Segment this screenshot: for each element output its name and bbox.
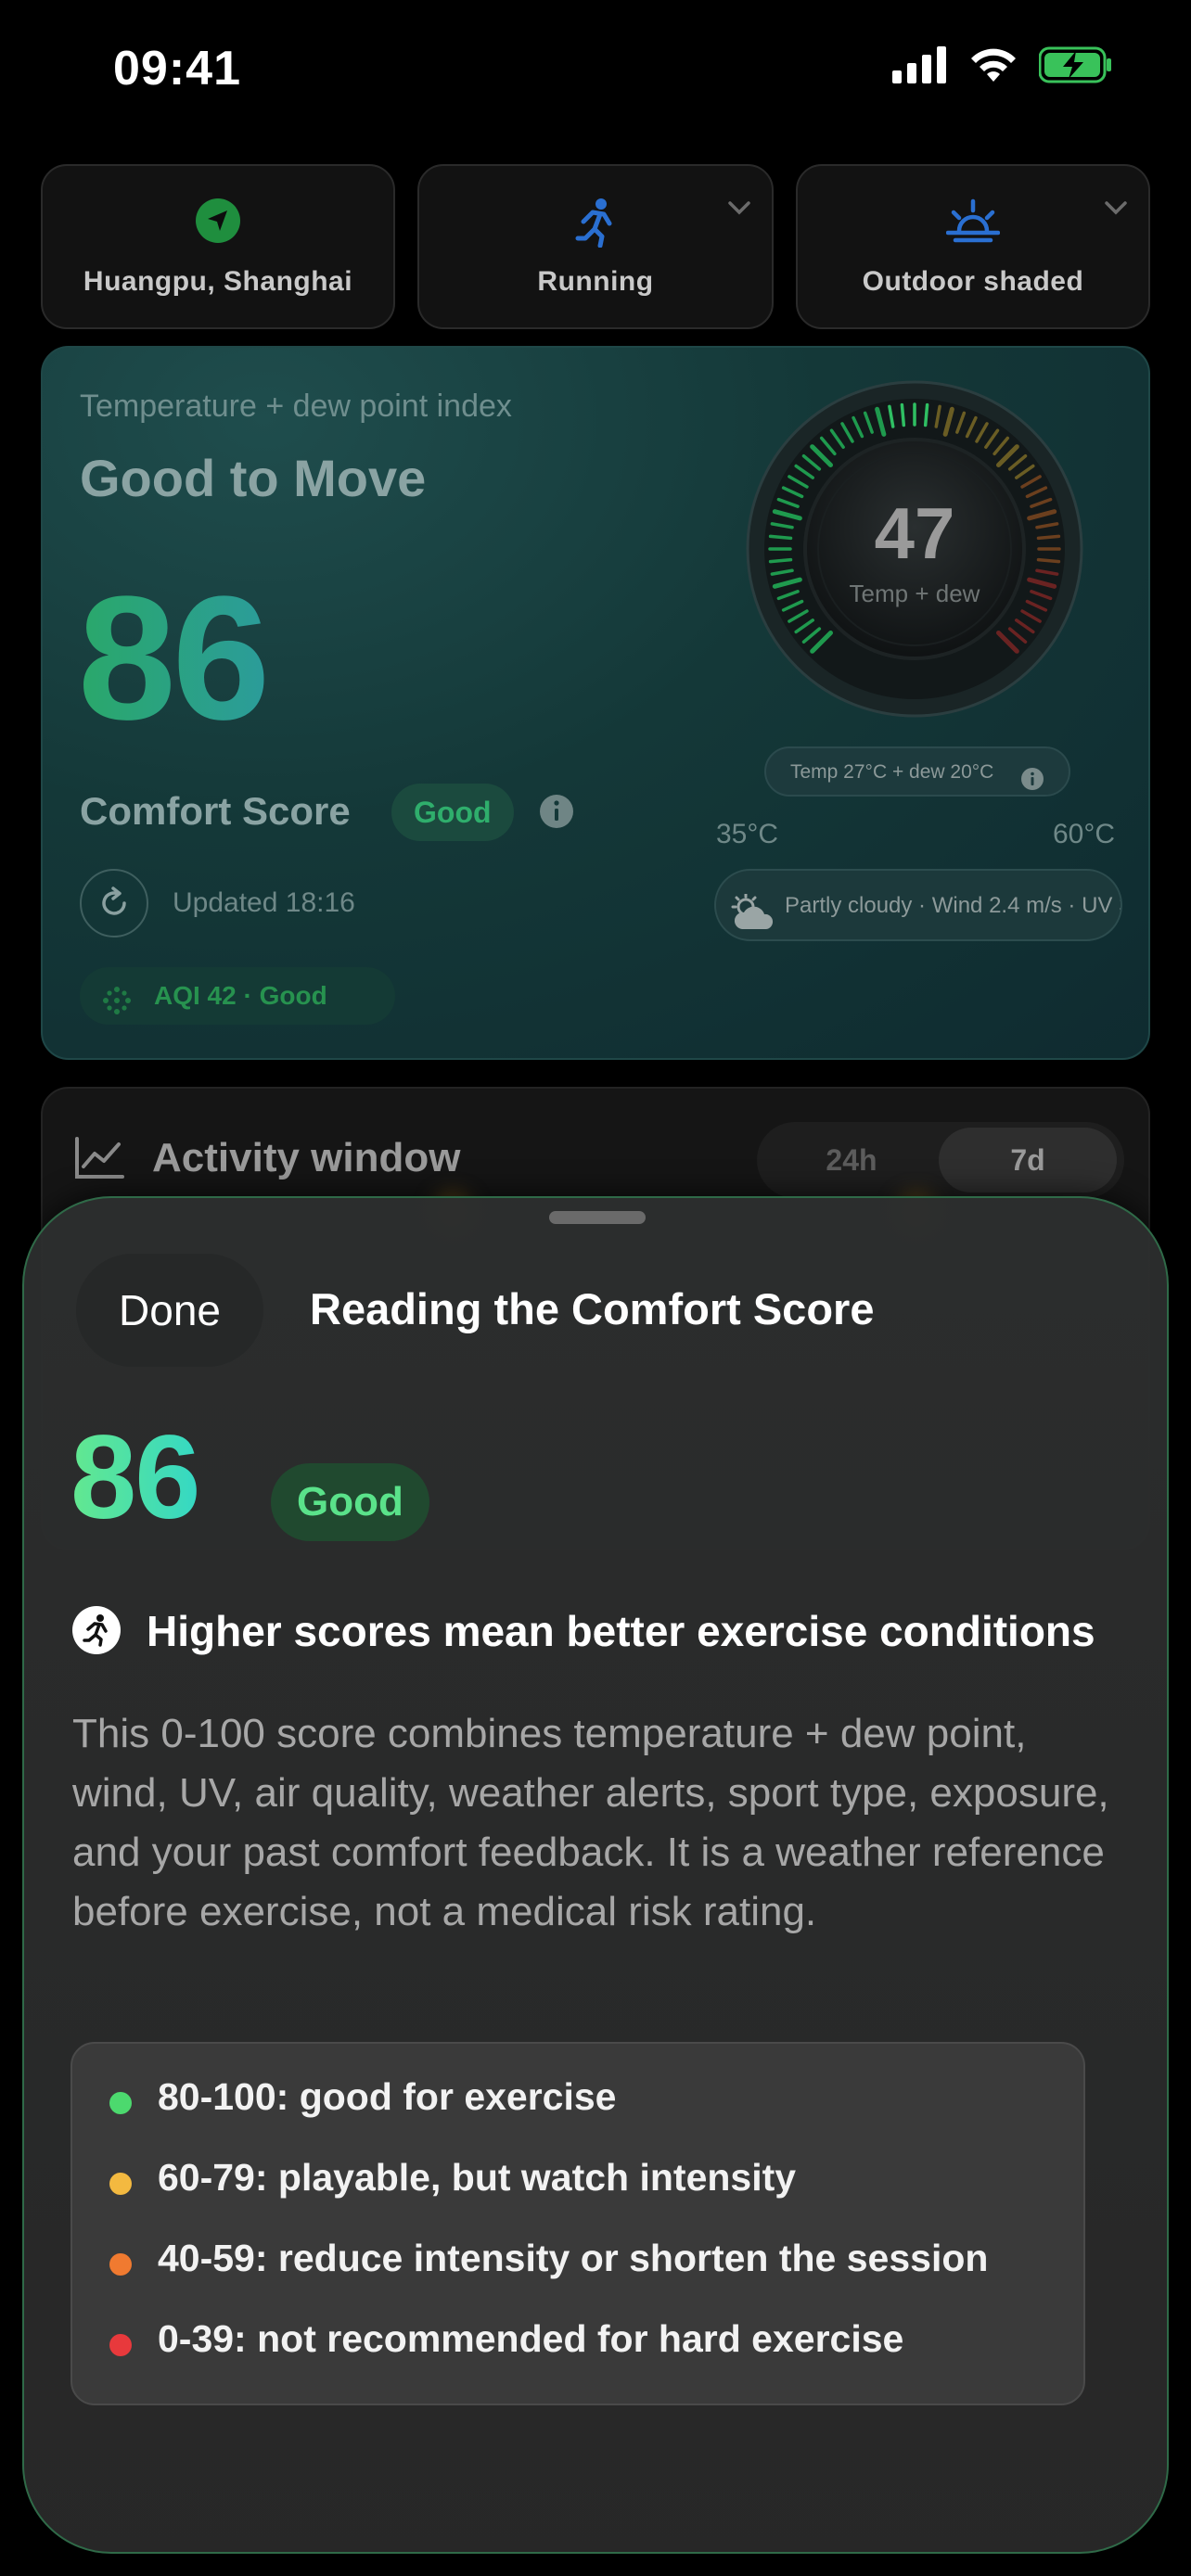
range-option-24h[interactable]: 24h: [764, 1122, 939, 1198]
legend-item: 60-79: playable, but watch intensity: [72, 2156, 1083, 2237]
gauge-max-label: 60°C: [1052, 819, 1115, 849]
comfort-hero-card[interactable]: Temperature + dew point index Good to Mo…: [41, 346, 1150, 1060]
range-segmented-control: 24h 7d: [757, 1122, 1124, 1198]
hero-subtitle: Temperature + dew point index: [80, 389, 512, 424]
legend-text: 0-39: not recommended for hard exercise: [158, 2317, 904, 2360]
battery-charging-icon: [1039, 46, 1111, 83]
exposure-label: Outdoor shaded: [862, 266, 1084, 297]
legend-dot: [109, 2253, 132, 2276]
hero-score: 86: [78, 560, 270, 757]
sheet-heading: Higher scores mean better exercise condi…: [147, 1607, 1095, 1655]
sheet-score: 86: [70, 1411, 200, 1544]
range-option-7d[interactable]: 7d: [939, 1128, 1117, 1192]
location-selector[interactable]: Huangpu, Shanghai: [41, 164, 395, 329]
gauge-detail-text: Temp 27°C + dew 20°C: [790, 761, 994, 783]
gauge-tick: [923, 402, 929, 427]
legend-item: 0-39: not recommended for hard exercise: [72, 2317, 1083, 2398]
legend-item: 40-59: reduce intensity or shorten the s…: [72, 2237, 1083, 2317]
wifi-icon: [971, 48, 1016, 82]
refresh-button[interactable]: [80, 869, 148, 937]
temp-dew-gauge: 47 Temp + dew: [746, 380, 1083, 718]
gauge-detail-pill[interactable]: Temp 27°C + dew 20°C: [764, 746, 1070, 797]
weather-pill[interactable]: Partly cloudy · Wind 2.4 m/s · UV 3: [714, 869, 1122, 941]
legend-dot: [109, 2173, 132, 2195]
running-icon: [72, 1606, 121, 1654]
gauge-min-label: 35°C: [716, 819, 779, 849]
comfort-score-sheet: Done Reading the Comfort Score 86 Good H…: [22, 1196, 1169, 2554]
refresh-icon: [102, 886, 126, 915]
score-legend: 80-100: good for exercise 60-79: playabl…: [70, 2042, 1085, 2405]
location-arrow-icon: [195, 198, 241, 249]
legend-item: 80-100: good for exercise: [72, 2075, 1083, 2156]
air-quality-icon: [100, 980, 134, 1038]
sheet-title: Reading the Comfort Score: [310, 1284, 875, 1333]
legend-text: 40-59: reduce intensity or shorten the s…: [158, 2237, 989, 2279]
sheet-grabber[interactable]: [549, 1211, 646, 1224]
cellular-signal-icon: [892, 46, 946, 83]
info-icon[interactable]: [538, 793, 575, 835]
status-icons: [892, 46, 1113, 83]
chevron-down-icon: [727, 199, 751, 221]
status-badge: Good: [391, 784, 514, 841]
status-badge: Good: [271, 1463, 429, 1541]
chevron-down-icon: [1104, 199, 1128, 221]
hero-title: Good to Move: [80, 449, 427, 507]
gauge-tick: [900, 402, 906, 427]
partly-cloudy-icon: [727, 889, 777, 939]
trend-chart-icon: [74, 1137, 124, 1184]
activity-selector[interactable]: Running: [417, 164, 774, 329]
activity-title: Activity window: [152, 1135, 461, 1180]
gauge-label: Temp + dew: [849, 580, 980, 607]
sheet-description: This 0-100 score combines temperature + …: [72, 1711, 1109, 1934]
aqi-chip[interactable]: AQI 42 · Good: [80, 967, 395, 1025]
legend-text: 60-79: playable, but watch intensity: [158, 2156, 797, 2199]
activity-label: Running: [537, 266, 654, 297]
done-button[interactable]: Done: [76, 1254, 263, 1367]
legend-dot: [109, 2334, 132, 2356]
gauge-value: 47: [874, 492, 955, 574]
updated-time: Updated 18:16: [173, 887, 355, 918]
comfort-score-label: Comfort Score: [80, 789, 351, 833]
legend-dot: [109, 2092, 132, 2114]
status-bar: 09:41: [0, 0, 1191, 139]
aqi-label: AQI 42 · Good: [154, 981, 327, 1010]
running-icon: [572, 198, 619, 252]
legend-text: 80-100: good for exercise: [158, 2075, 617, 2118]
exposure-selector[interactable]: Outdoor shaded: [796, 164, 1150, 329]
weather-text: Partly cloudy · Wind 2.4 m/s · UV 3: [785, 893, 1122, 918]
info-icon: [1020, 761, 1044, 810]
status-time: 09:41: [113, 42, 241, 96]
location-label: Huangpu, Shanghai: [83, 266, 353, 297]
sunrise-icon: [945, 198, 1001, 250]
